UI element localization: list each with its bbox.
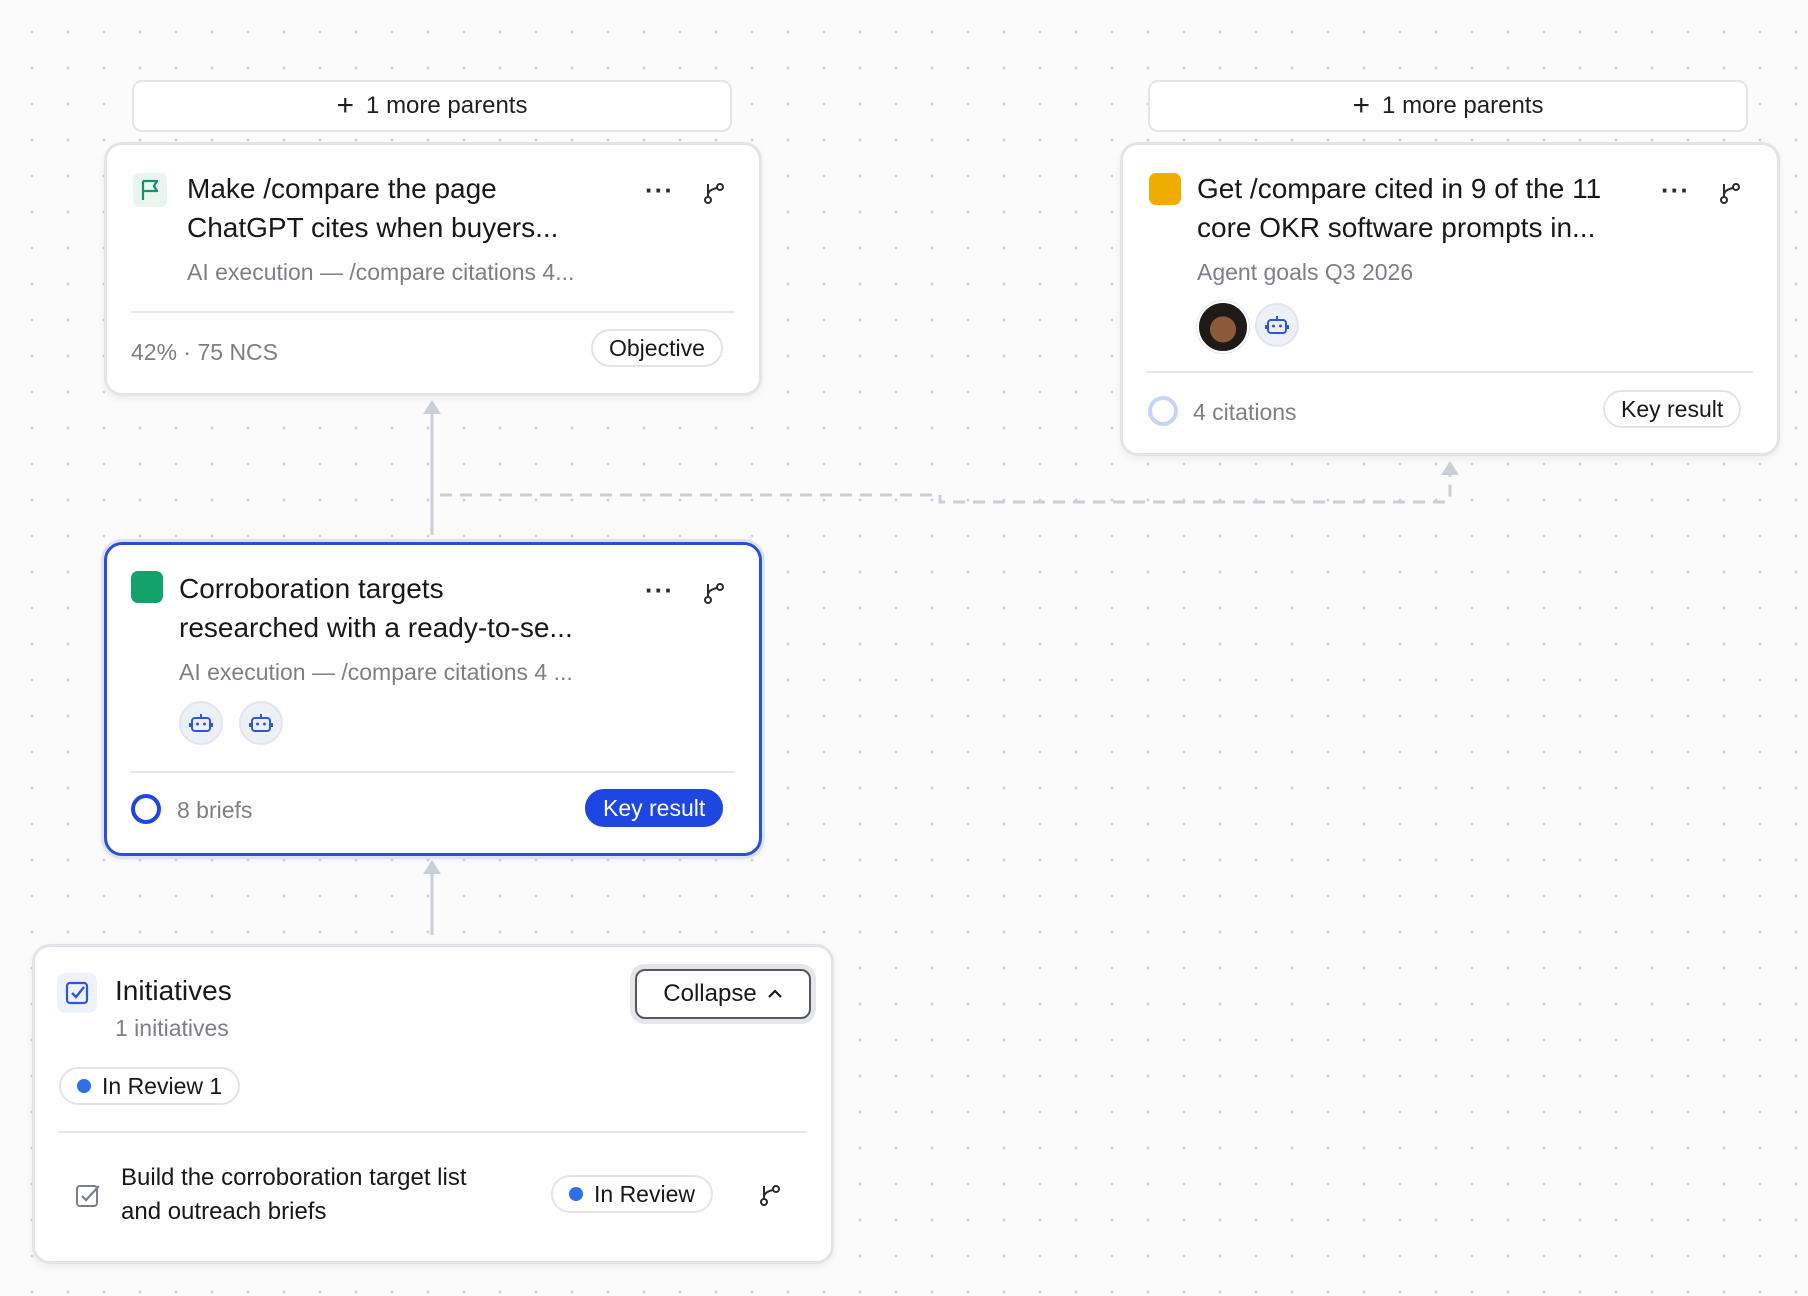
status-dot — [569, 1187, 583, 1201]
objective-card[interactable]: Make /compare the page ChatGPT cites whe… — [104, 142, 762, 396]
initiatives-count: 1 initiatives — [115, 1015, 229, 1041]
status-square-icon — [131, 571, 163, 603]
more-parents-button-left[interactable]: + 1 more parents — [132, 80, 732, 132]
avatar[interactable] — [1197, 301, 1249, 353]
divider — [131, 311, 735, 313]
key-result-title: Get /compare cited in 9 of the 11 core O… — [1197, 173, 1602, 243]
status-filter-chip[interactable]: In Review 1 — [59, 1067, 241, 1105]
more-options-icon[interactable]: ··· — [645, 177, 674, 203]
progress-ring-icon — [131, 794, 161, 824]
chevron-up-icon — [767, 989, 782, 998]
status-dot — [77, 1079, 91, 1093]
key-result-subtitle: AI execution — /compare citations 4 ... — [179, 659, 573, 685]
key-result-metric: 8 briefs — [177, 797, 253, 823]
checkbox-icon — [57, 973, 97, 1013]
branch-icon[interactable] — [1719, 181, 1741, 205]
checkbox-icon[interactable] — [75, 1183, 101, 1209]
list-item[interactable]: Build the corroboration target list and … — [59, 1147, 807, 1239]
progress-ring-icon — [1148, 396, 1178, 426]
key-result-type-badge: Key result — [585, 789, 724, 827]
more-options-icon[interactable]: ··· — [645, 577, 674, 603]
initiative-title: Build the corroboration target list and … — [121, 1164, 467, 1225]
objective-title: Make /compare the page ChatGPT cites whe… — [187, 173, 559, 243]
divider — [131, 771, 735, 773]
objective-type-badge: Objective — [591, 329, 723, 367]
robot-icon[interactable] — [239, 701, 283, 745]
plus-icon: + — [1352, 89, 1371, 122]
flag-icon — [133, 173, 167, 207]
divider — [59, 1131, 807, 1133]
branch-icon[interactable] — [759, 1183, 781, 1207]
branch-icon[interactable] — [703, 181, 725, 205]
key-result-card-right[interactable]: Get /compare cited in 9 of the 11 core O… — [1120, 142, 1780, 456]
plus-icon: + — [336, 89, 355, 122]
more-options-icon[interactable]: ··· — [1661, 177, 1690, 203]
key-result-card-selected[interactable]: Corroboration targets researched with a … — [104, 542, 762, 856]
branch-icon[interactable] — [703, 581, 725, 605]
more-parents-button-right[interactable]: + 1 more parents — [1148, 80, 1748, 132]
objective-subtitle: AI execution — /compare citations 4... — [187, 259, 575, 285]
initiatives-panel: Initiatives 1 initiatives Collapse In Re… — [32, 944, 834, 1264]
collapse-button[interactable]: Collapse — [635, 969, 811, 1019]
robot-icon[interactable] — [1255, 303, 1299, 347]
key-result-metric: 4 citations — [1193, 399, 1297, 425]
objective-metric: 42% · 75 NCS — [131, 339, 279, 365]
key-result-type-badge: Key result — [1603, 390, 1742, 428]
robot-icon[interactable] — [179, 701, 223, 745]
status-square-icon — [1149, 173, 1181, 205]
key-result-title: Corroboration targets researched with a … — [179, 573, 573, 643]
key-result-subtitle: Agent goals Q3 2026 — [1197, 259, 1414, 285]
divider — [1147, 371, 1753, 373]
status-badge: In Review — [551, 1175, 713, 1213]
initiatives-title: Initiatives — [115, 975, 232, 1006]
